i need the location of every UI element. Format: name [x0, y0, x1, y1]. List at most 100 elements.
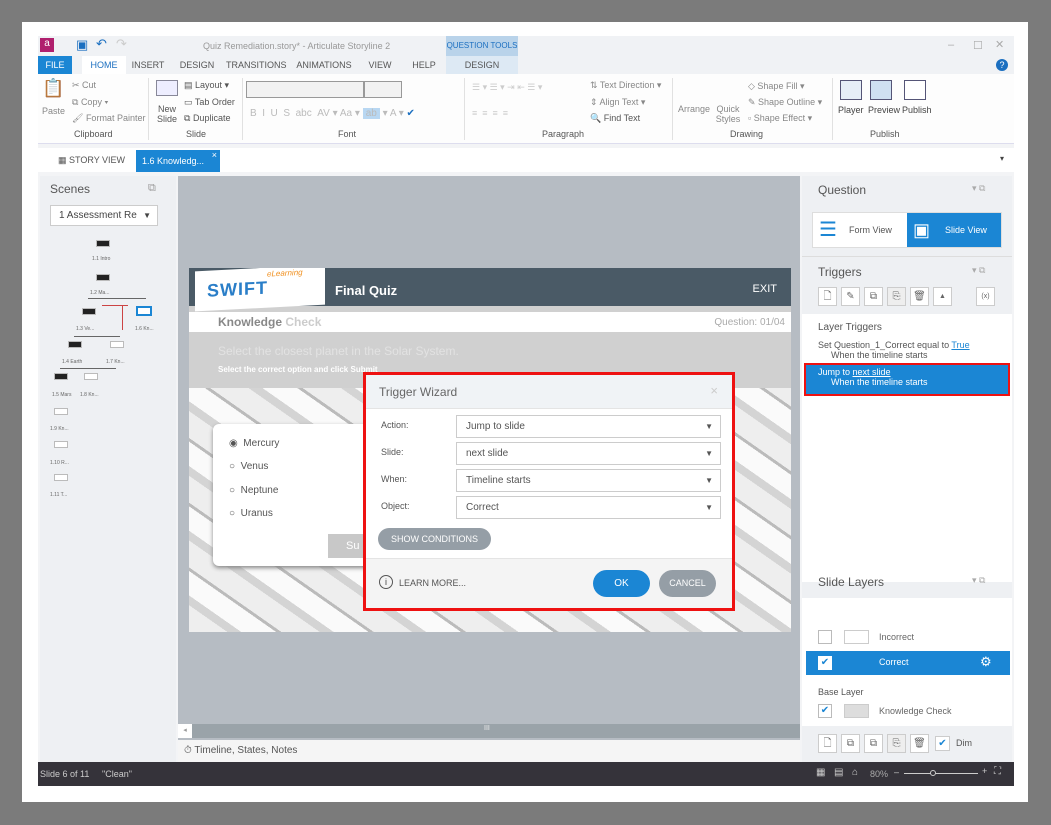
learn-more-link[interactable]: LEARN MORE... [399, 578, 466, 588]
copy-button[interactable]: ⧉ Copy ▾ [72, 97, 108, 108]
close-icon[interactable]: × [710, 383, 718, 398]
ok-button[interactable]: OK [593, 570, 650, 597]
zoom-slider[interactable] [904, 773, 978, 774]
option-neptune[interactable]: ○ Neptune [229, 485, 278, 496]
zoom-in-button[interactable]: + [982, 766, 987, 776]
cancel-button[interactable]: CANCEL [659, 570, 716, 597]
undo-icon[interactable]: ↶ [96, 36, 107, 52]
tab-animations[interactable]: ANIMATIONS [294, 56, 354, 74]
object-select[interactable]: Correct ▼ [456, 496, 721, 519]
slide-master-icon[interactable]: ⌂ [852, 767, 858, 778]
new-slide-button[interactable]: New Slide [156, 104, 178, 124]
align-text-button[interactable]: ⇕ Align Text ▾ [590, 97, 645, 108]
scene-node-thumb[interactable] [54, 408, 68, 415]
align-buttons[interactable]: ≡ ≡ ≡ ≡ [472, 108, 508, 118]
tab-design[interactable]: DESIGN [176, 56, 218, 74]
scene-node[interactable]: 1.2 Ma... [90, 290, 109, 296]
scene-node-thumb[interactable] [110, 341, 124, 348]
maximize-button[interactable]: ☐ [973, 39, 983, 52]
option-uranus[interactable]: ○ Uranus [229, 508, 273, 519]
layout-button[interactable]: ▤ Layout ▾ [184, 80, 229, 91]
scene-node-thumb[interactable] [82, 308, 96, 315]
option-mercury[interactable]: ◉ Mercury [229, 438, 279, 449]
slide-select[interactable]: next slide ▼ [456, 442, 721, 465]
format-painter-button[interactable]: 🖌 Format Painter [72, 113, 145, 124]
scene-node[interactable]: 1.5 Mars [52, 392, 71, 398]
horizontal-scrollbar[interactable]: ◂ III [178, 724, 800, 738]
action-select[interactable]: Jump to slide ▼ [456, 415, 721, 438]
shape-effect-button[interactable]: ▫ Shape Effect ▾ [748, 113, 812, 124]
paste-button[interactable]: Paste [42, 106, 65, 116]
layer-visibility-checkbox[interactable] [818, 630, 832, 644]
scene-node[interactable]: 1.9 Kn... [50, 426, 69, 432]
layer-visibility-checkbox[interactable]: ✔ [818, 656, 832, 670]
tab-insert[interactable]: INSERT [128, 56, 168, 74]
scene-node-thumb[interactable] [54, 441, 68, 448]
new-layer-icon[interactable]: 🗋 [818, 734, 837, 753]
when-select[interactable]: Timeline starts ▼ [456, 469, 721, 492]
list-buttons[interactable]: ☰ ▾ ☰ ▾ ⇥ ⇤ ☰ ▾ [472, 82, 542, 93]
form-view-button[interactable]: ☰ Form View [813, 213, 907, 247]
trigger-item[interactable]: Set Question_1_Correct equal to True When… [818, 340, 970, 360]
base-layer-checkbox[interactable]: ✔ [818, 704, 832, 718]
scene-node[interactable]: 1.6 Kn... [135, 326, 154, 332]
arrange-button[interactable]: Arrange [678, 104, 710, 114]
player-button[interactable]: Player [838, 105, 864, 115]
redo-icon[interactable]: ↷ [116, 36, 127, 52]
edit-trigger-icon[interactable]: ✎ [841, 287, 860, 306]
scroll-thumb-grip[interactable]: III [484, 725, 490, 732]
font-format-buttons[interactable]: B I U S abc AV ▾ Aa ▾ ab ▾ A ▾ ✔ [250, 108, 415, 119]
find-text-button[interactable]: 🔍 Find Text [590, 113, 640, 124]
scene-node-thumb[interactable] [96, 240, 110, 247]
help-icon[interactable]: ? [996, 59, 1008, 71]
tab-home[interactable]: HOME [82, 56, 126, 74]
tab-order-button[interactable]: ▭ Tab Order [184, 97, 235, 108]
float-panel-icon[interactable]: ⧉ [148, 182, 156, 195]
gear-icon[interactable]: ⚙ [980, 654, 992, 670]
fit-to-window-icon[interactable]: ⛶ [994, 766, 1001, 777]
show-conditions-button[interactable]: SHOW CONDITIONS [378, 528, 491, 550]
scene-node-thumb-selected[interactable] [136, 306, 152, 316]
zoom-out-button[interactable]: – [894, 767, 899, 777]
font-size-select[interactable] [364, 81, 402, 98]
copy-trigger-icon[interactable]: ⧉ [864, 287, 883, 306]
tab-transitions[interactable]: TRANSITIONS [226, 56, 287, 74]
scene-node-thumb[interactable] [54, 474, 68, 481]
text-direction-button[interactable]: ⇅ Text Direction ▾ [590, 80, 661, 91]
trigger-item-selected[interactable]: Jump to next slide When the timeline star… [804, 363, 1010, 396]
delete-trigger-icon[interactable]: 🗑 [910, 287, 929, 306]
tabs-menu-icon[interactable]: ▾ [1000, 154, 1004, 163]
cut-button[interactable]: ✂ Cut [72, 80, 96, 91]
move-up-icon[interactable]: ▲ [933, 287, 952, 306]
tab-help[interactable]: HELP [406, 56, 442, 74]
timeline-states-notes-tab[interactable]: ⏱ Timeline, States, Notes [178, 740, 800, 763]
preview-button[interactable]: Preview [868, 105, 900, 115]
duplicate-button[interactable]: ⧉ Duplicate [184, 113, 230, 124]
trigger-value-link[interactable]: next slide [853, 367, 891, 377]
panel-options-icon[interactable]: ▾ ⧉ [972, 575, 985, 586]
dim-checkbox[interactable]: ✔ [935, 736, 950, 751]
new-trigger-icon[interactable]: 🗋 [818, 287, 837, 306]
scene-node[interactable]: 1.10 R... [50, 460, 69, 466]
tab-question-design[interactable]: DESIGN [446, 56, 518, 74]
scene-node-thumb[interactable] [96, 274, 110, 281]
scene-node[interactable]: 1.8 Kn... [80, 392, 99, 398]
panel-options-icon[interactable]: ▾ ⧉ [972, 183, 985, 194]
shape-outline-button[interactable]: ✎ Shape Outline ▾ [748, 97, 822, 108]
scene-node[interactable]: 1.4 Earth [62, 359, 82, 365]
exit-button[interactable]: EXIT [753, 283, 777, 295]
base-layer-name[interactable]: Knowledge Check [879, 706, 952, 716]
normal-view-icon[interactable]: ▤ [834, 767, 843, 778]
layer-row-selected[interactable]: ✔ Correct ⚙ [806, 651, 1010, 675]
close-button[interactable]: ✕ [995, 38, 1004, 51]
scene-node[interactable]: 1.7 Kn... [106, 359, 125, 365]
variables-icon[interactable]: (x) [976, 287, 995, 306]
panel-options-icon[interactable]: ▾ ⧉ [972, 265, 985, 276]
delete-layer-icon[interactable]: 🗑 [910, 734, 929, 753]
quick-styles-button[interactable]: Quick Styles [714, 104, 742, 124]
scene-select[interactable]: 1 Assessment Re ▼ [50, 205, 158, 226]
save-icon[interactable]: ▣ [76, 37, 88, 53]
tab-knowledge-check[interactable]: 1.6 Knowledg... × [136, 150, 220, 172]
scene-node-thumb[interactable] [68, 341, 82, 348]
option-venus[interactable]: ○ Venus [229, 461, 268, 472]
